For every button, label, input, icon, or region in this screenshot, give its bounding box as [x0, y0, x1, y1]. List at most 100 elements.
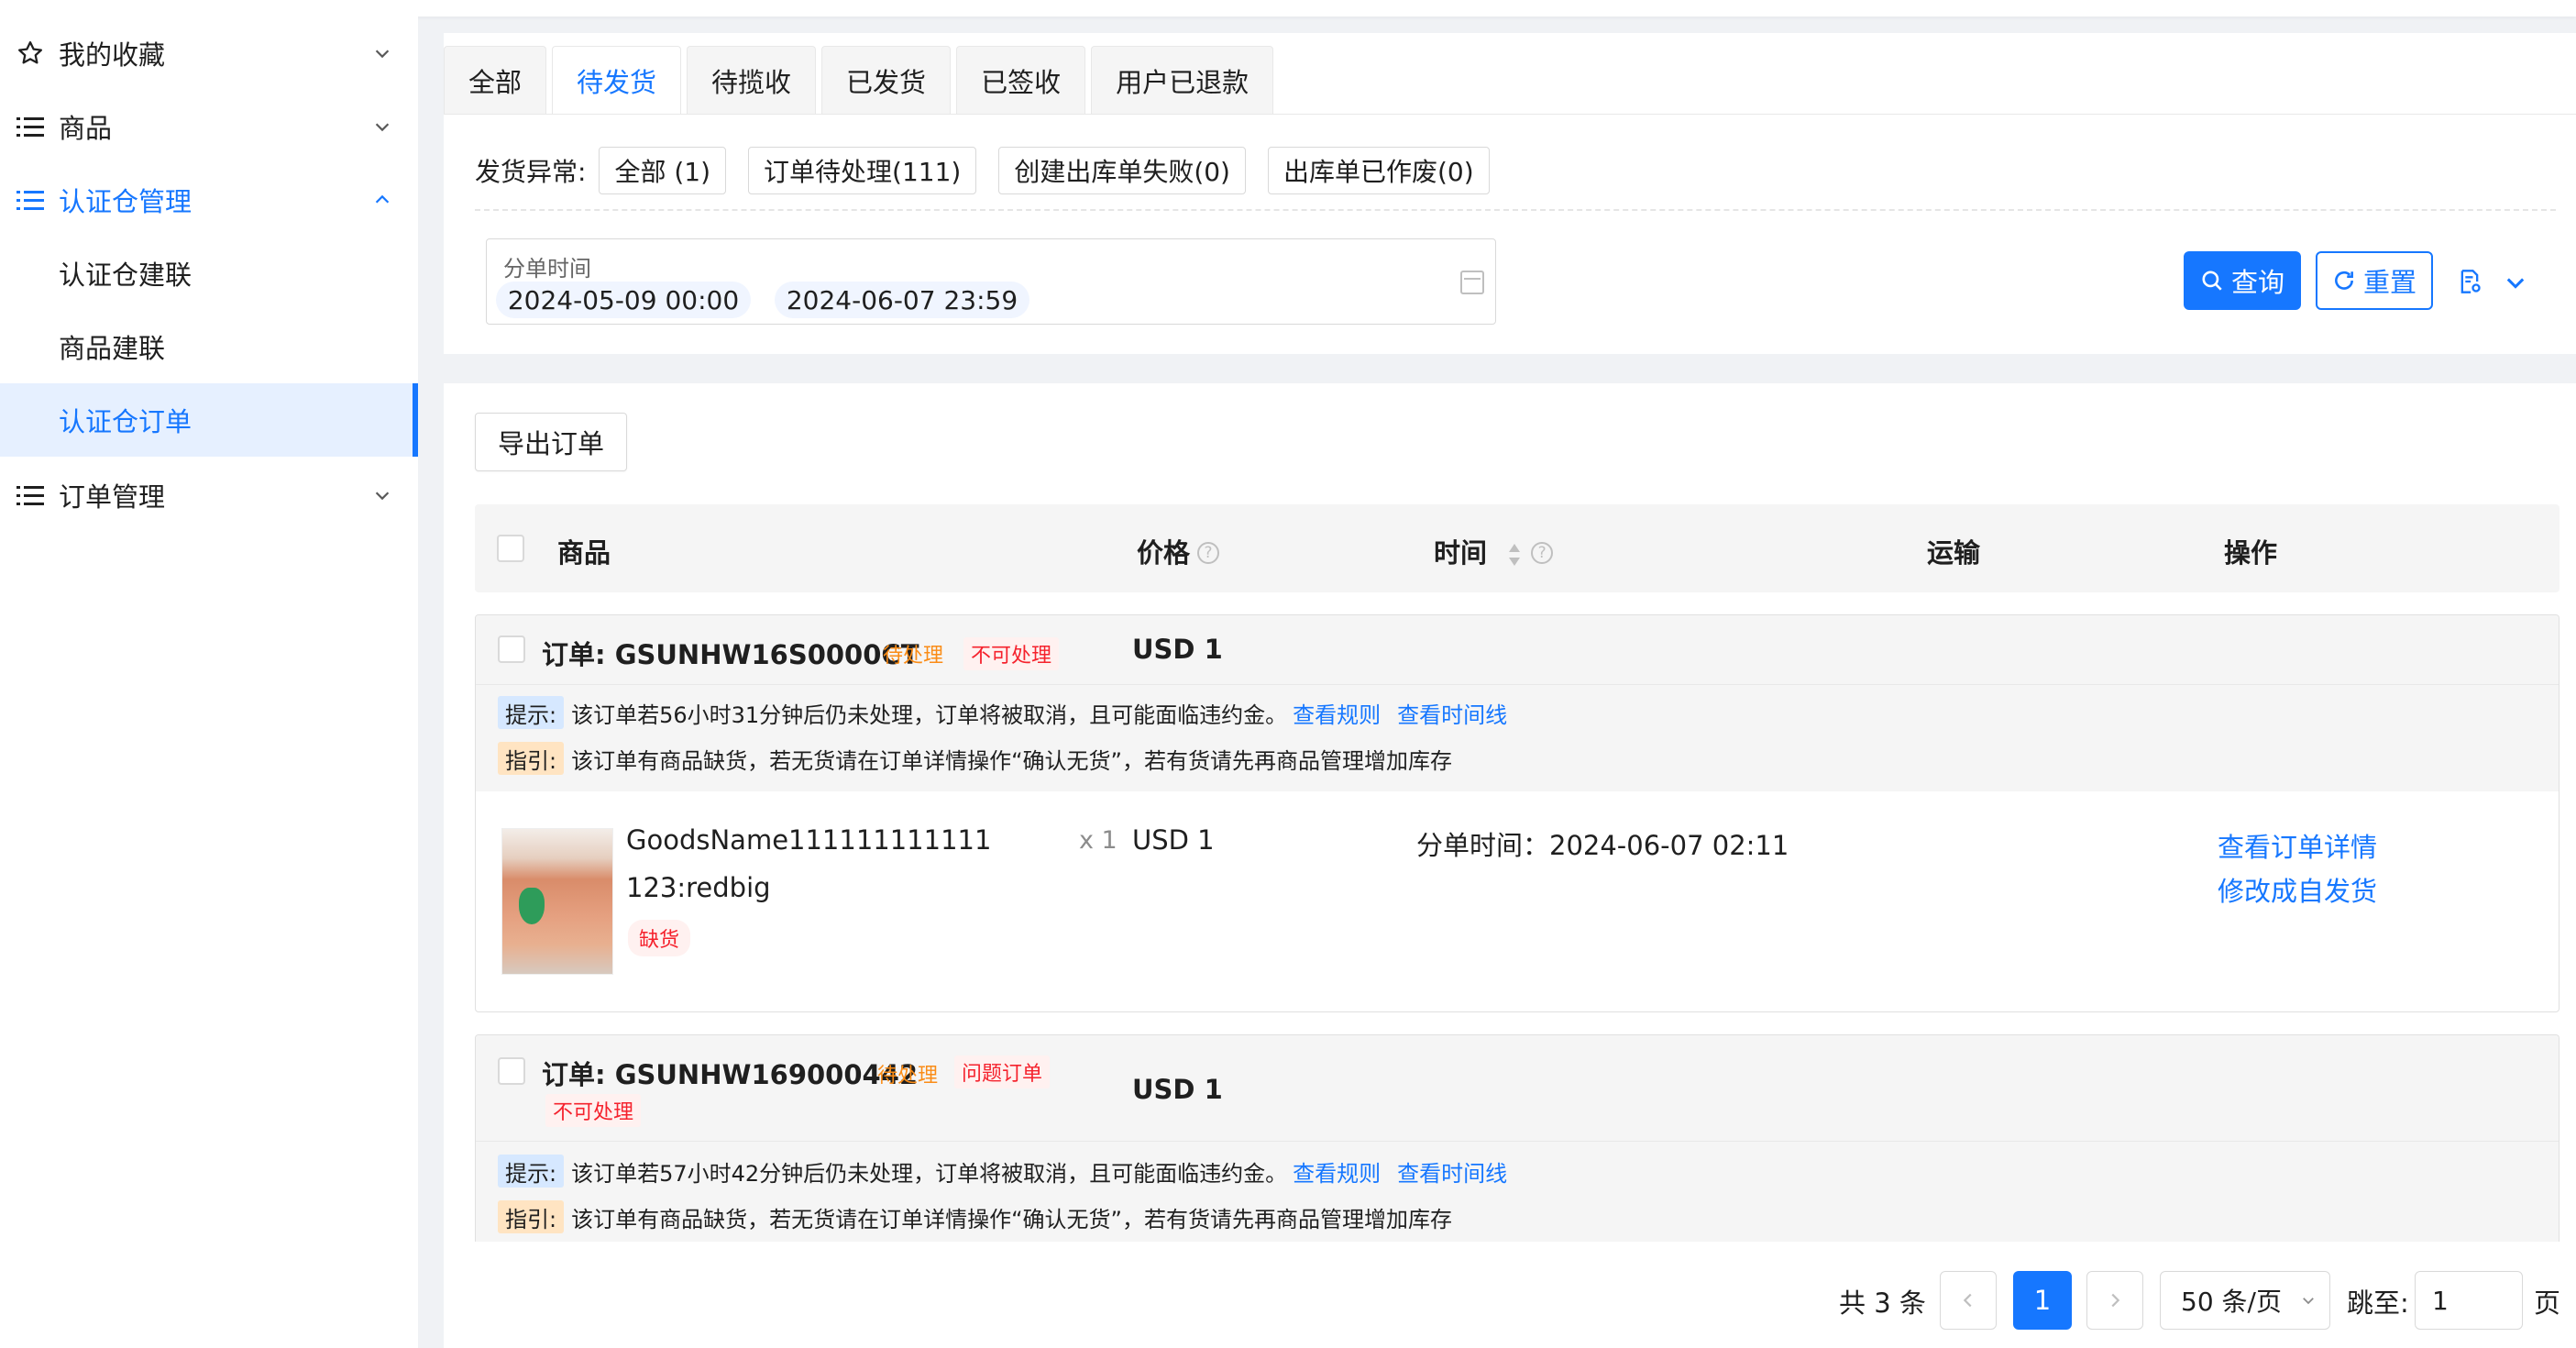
- chevron-right-icon: [2111, 1293, 2120, 1308]
- page-size-select[interactable]: 50 条/页: [2160, 1271, 2330, 1330]
- header-ops: 操作: [2224, 537, 2278, 569]
- status-tag-pending: 待处理: [883, 645, 944, 668]
- menu-list-icon: [15, 111, 46, 142]
- exception-filter: 发货异常: 全部 (1) 订单待处理(111) 创建出库单失败(0) 出库单已作…: [475, 147, 1512, 194]
- sidebar-item-warehouse-orders[interactable]: 认证仓订单: [0, 383, 418, 457]
- dashed-divider: [475, 209, 2556, 211]
- view-timeline-link[interactable]: 查看时间线: [1397, 1155, 1507, 1188]
- goods-image[interactable]: [501, 828, 613, 975]
- order-header: 订单: GSUNHW169000442 待处理 问题订单 不可处理 USD 1: [476, 1035, 2559, 1142]
- date-end-input[interactable]: 2024-06-07 23:59: [775, 282, 1029, 318]
- tip-line: 提示: 该订单若57小时42分钟后仍未处理，订单将被取消，且可能面临违约金。 查…: [498, 1153, 1507, 1189]
- page-size-value: 50 条/页: [2181, 1287, 2282, 1317]
- top-bar: [0, 0, 2576, 17]
- guide-badge: 指引:: [498, 742, 565, 775]
- tip-badge: 提示:: [498, 696, 565, 729]
- next-page-button[interactable]: [2086, 1271, 2143, 1330]
- chevron-down-icon: [2303, 1298, 2314, 1305]
- sidebar-item-label: 认证仓管理: [59, 186, 193, 217]
- chevron-down-icon: [367, 38, 398, 69]
- tab-delivered[interactable]: 已签收: [956, 46, 1086, 114]
- sidebar-item-warehouse-mgmt[interactable]: 认证仓管理: [0, 163, 418, 237]
- chevron-down-icon: [367, 111, 398, 142]
- search-icon: [2202, 271, 2222, 291]
- chevron-down-icon: [367, 480, 398, 511]
- tab-pending-pickup[interactable]: 待揽收: [687, 46, 817, 114]
- order-price: USD 1: [1132, 634, 1223, 665]
- guide-line: 指引: 该订单有商品缺货，若无货请在订单详情操作“确认无货”，若有货请先再商品管…: [498, 740, 1452, 777]
- guide-text: 该订单有商品缺货，若无货请在订单详情操作“确认无货”，若有货请先再商品管理增加库…: [571, 747, 1452, 774]
- header-price: 价格?: [1137, 532, 1220, 570]
- exception-chip-all[interactable]: 全部 (1): [599, 147, 727, 194]
- sidebar-item-favorites[interactable]: 我的收藏: [0, 17, 418, 90]
- query-label: 查询: [2230, 267, 2284, 298]
- star-icon: [15, 38, 46, 69]
- tabs-divider: [444, 114, 2576, 115]
- calendar-icon: [1460, 271, 1484, 294]
- tab-all[interactable]: 全部: [444, 46, 547, 114]
- order-checkbox[interactable]: [498, 635, 525, 663]
- tip-line: 提示: 该订单若56小时31分钟后仍未处理，订单将被取消，且可能面临违约金。 查…: [498, 694, 1507, 731]
- query-button[interactable]: 查询: [2184, 251, 2301, 310]
- header-time: 时间 ?: [1434, 532, 1554, 570]
- menu-list-icon: [15, 480, 46, 511]
- tip-text: 该订单若56小时31分钟后仍未处理，订单将被取消，且可能面临违约金。: [571, 702, 1288, 728]
- goods-name: GoodsName111111111111: [626, 824, 992, 856]
- pagination-total: 共 3 条: [1839, 1287, 1926, 1319]
- view-rules-link[interactable]: 查看规则: [1293, 1155, 1381, 1188]
- help-icon: ?: [1197, 542, 1220, 564]
- sidebar-item-order-mgmt[interactable]: 订单管理: [0, 459, 418, 532]
- filter-panel: 全部 待发货 待揽收 已发货 已签收 用户已退款 发货异常: 全部 (1) 订单…: [444, 33, 2576, 354]
- page-1-button[interactable]: 1: [2013, 1271, 2072, 1330]
- out-of-stock-tag: 缺货: [628, 920, 691, 956]
- view-rules-link[interactable]: 查看规则: [1293, 697, 1381, 729]
- exception-chip-voided[interactable]: 出库单已作废(0): [1267, 147, 1490, 194]
- tab-refunded[interactable]: 用户已退款: [1091, 46, 1274, 114]
- sidebar-item-label: 订单管理: [59, 481, 166, 513]
- orders-panel: 导出订单 商品 价格? 时间 ? 运输 操作 订单: GSUNHW16S0000…: [444, 383, 2576, 1348]
- goods-spec: 123:redbig: [626, 872, 771, 903]
- header-shipping: 运输: [1927, 537, 1981, 569]
- document-settings-icon[interactable]: [2457, 268, 2482, 295]
- sidebar-item-goods-link[interactable]: 商品建联: [0, 310, 418, 383]
- reset-button[interactable]: 重置: [2316, 251, 2433, 310]
- exception-chip-create-failed[interactable]: 创建出库单失败(0): [998, 147, 1246, 194]
- select-all-checkbox[interactable]: [497, 535, 524, 562]
- sidebar-item-label: 认证仓订单: [59, 406, 193, 437]
- export-orders-button[interactable]: 导出订单: [475, 413, 627, 471]
- tip-text: 该订单若57小时42分钟后仍未处理，订单将被取消，且可能面临违约金。: [571, 1160, 1288, 1187]
- jump-page-input[interactable]: 1: [2415, 1271, 2523, 1330]
- tab-pending-ship[interactable]: 待发货: [552, 46, 682, 114]
- jump-label: 跳至:: [2347, 1287, 2409, 1319]
- sidebar-item-label: 我的收藏: [59, 39, 166, 71]
- sidebar-item-goods[interactable]: 商品: [0, 90, 418, 163]
- exception-label: 发货异常:: [475, 157, 587, 187]
- status-tag-pending: 待处理: [877, 1065, 939, 1088]
- guide-line: 指引: 该订单有商品缺货，若无货请在订单详情操作“确认无货”，若有货请先再商品管…: [498, 1199, 1452, 1235]
- goods-price: USD 1: [1132, 824, 1215, 856]
- tab-shipped[interactable]: 已发货: [821, 46, 952, 114]
- order-tips: 提示: 该订单若56小时31分钟后仍未处理，订单将被取消，且可能面临违约金。 查…: [476, 685, 2559, 791]
- view-order-detail-link[interactable]: 查看订单详情: [2218, 826, 2377, 865]
- date-range-title: 分单时间: [503, 256, 591, 282]
- reset-label: 重置: [2362, 267, 2416, 298]
- prev-page-button[interactable]: [1940, 1271, 1997, 1330]
- header-goods: 商品: [557, 537, 611, 569]
- exception-chip-pending[interactable]: 订单待处理(111): [748, 147, 977, 194]
- tip-badge: 提示:: [498, 1155, 565, 1188]
- status-tag-unprocessable: 不可处理: [963, 637, 1060, 670]
- switch-self-ship-link[interactable]: 修改成自发货: [2218, 870, 2377, 909]
- sidebar-item-label: 商品建联: [59, 333, 166, 364]
- order-card: 订单: GSUNHW16S0000CT 待处理 不可处理 USD 1 提示: 该…: [475, 614, 2559, 1012]
- date-range-picker[interactable]: 分单时间 2024-05-09 00:00 ~ 2024-06-07 23:59: [486, 238, 1496, 325]
- expand-chevron-icon[interactable]: [2503, 270, 2528, 295]
- order-number: 订单: GSUNHW16S0000CT: [542, 639, 919, 670]
- sort-icon[interactable]: [1505, 540, 1524, 569]
- view-timeline-link[interactable]: 查看时间线: [1397, 697, 1507, 729]
- guide-text: 该订单有商品缺货，若无货请在订单详情操作“确认无货”，若有货请先再商品管理增加库…: [571, 1206, 1452, 1232]
- date-start-input[interactable]: 2024-05-09 00:00: [496, 282, 751, 318]
- order-header: 订单: GSUNHW16S0000CT 待处理 不可处理 USD 1: [476, 615, 2559, 685]
- header-time-label: 时间: [1434, 537, 1488, 569]
- sidebar-item-warehouse-link[interactable]: 认证仓建联: [0, 237, 418, 310]
- order-checkbox[interactable]: [498, 1057, 525, 1085]
